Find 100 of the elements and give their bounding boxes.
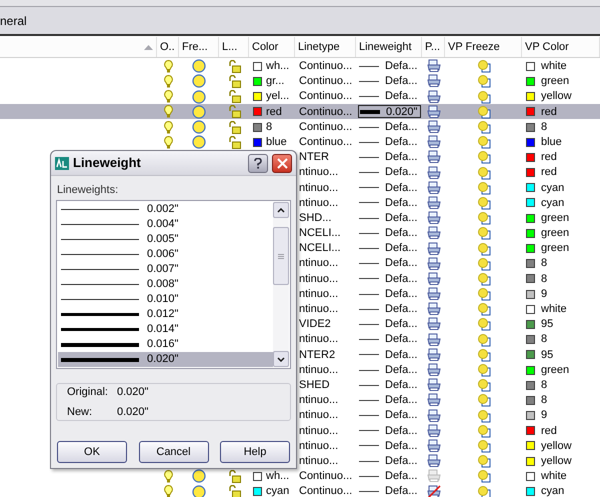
printer-icon[interactable] <box>426 135 440 150</box>
printer-icon[interactable] <box>426 59 440 74</box>
sun-window-icon[interactable] <box>476 256 490 271</box>
lineweight-column-header[interactable]: Lineweight <box>359 38 412 56</box>
printer-icon[interactable] <box>426 256 440 271</box>
printer-icon[interactable] <box>426 196 440 210</box>
sun-icon[interactable] <box>192 90 206 104</box>
color-column-header[interactable]: Color <box>252 38 278 56</box>
sun-window-icon[interactable] <box>476 378 490 392</box>
sun-window-icon[interactable] <box>476 287 490 302</box>
lightbulb-icon[interactable] <box>164 136 172 149</box>
printer-icon[interactable] <box>426 120 440 134</box>
lightbulb-icon[interactable] <box>164 90 172 104</box>
printer-icon[interactable] <box>426 424 440 438</box>
freeze-column-header[interactable]: Fre... <box>182 38 208 56</box>
crossed-printer-icon[interactable] <box>426 484 440 497</box>
padlock-icon[interactable] <box>228 105 240 118</box>
sun-window-icon[interactable] <box>476 74 490 88</box>
scrollbar-thumb[interactable] <box>273 227 289 285</box>
sun-icon[interactable] <box>192 484 206 497</box>
scroll-up-button[interactable] <box>273 202 289 218</box>
printer-icon[interactable] <box>426 226 440 240</box>
lightbulb-icon[interactable] <box>164 470 172 483</box>
sun-window-icon[interactable] <box>476 408 490 423</box>
sun-window-icon[interactable] <box>476 226 490 240</box>
printer-icon[interactable] <box>426 302 440 316</box>
printer-icon[interactable] <box>426 211 440 226</box>
sun-window-icon[interactable] <box>476 196 490 210</box>
sun-window-icon[interactable] <box>476 393 490 408</box>
printer-icon[interactable] <box>426 272 440 286</box>
linetype-column-header[interactable]: Linetype <box>298 38 340 56</box>
help-button[interactable]: Help <box>220 441 290 463</box>
printer-icon[interactable] <box>426 317 440 332</box>
padlock-icon[interactable] <box>228 485 240 497</box>
sun-window-icon[interactable] <box>476 104 490 119</box>
printer-icon[interactable] <box>426 408 440 423</box>
printer-icon[interactable] <box>426 104 440 119</box>
sun-window-icon[interactable] <box>476 242 490 256</box>
plot-column-header[interactable]: P... <box>425 38 440 56</box>
sun-window-icon[interactable] <box>476 332 490 347</box>
printer-icon[interactable] <box>426 180 440 195</box>
sun-window-icon[interactable] <box>476 120 490 134</box>
close-icon[interactable] <box>272 154 292 172</box>
layer-row[interactable]: red Continuo... 0.020" red <box>0 104 600 119</box>
sun-window-icon[interactable] <box>476 348 490 362</box>
padlock-icon[interactable] <box>228 90 240 104</box>
lightbulb-icon[interactable] <box>164 60 172 73</box>
printer-icon[interactable] <box>426 166 440 180</box>
printer-icon[interactable] <box>426 438 440 453</box>
cancel-button[interactable]: Cancel <box>138 441 208 463</box>
padlock-icon[interactable] <box>228 60 240 73</box>
sun-window-icon[interactable] <box>476 302 490 316</box>
lock-column-header[interactable]: L... <box>222 38 238 56</box>
printer-icon[interactable] <box>426 90 440 104</box>
printer-icon[interactable] <box>426 287 440 302</box>
padlock-icon[interactable] <box>228 120 240 134</box>
sun-icon[interactable] <box>192 120 206 134</box>
sun-window-icon[interactable] <box>476 166 490 180</box>
printer-icon[interactable] <box>426 393 440 408</box>
sun-window-icon[interactable] <box>476 469 490 484</box>
sun-window-icon[interactable] <box>476 438 490 453</box>
printer-icon[interactable] <box>426 242 440 256</box>
sun-window-icon[interactable] <box>476 454 490 468</box>
lightbulb-icon[interactable] <box>164 120 172 134</box>
sun-window-icon[interactable] <box>476 90 490 104</box>
padlock-icon[interactable] <box>228 470 240 483</box>
sun-window-icon[interactable] <box>476 59 490 74</box>
sun-window-icon[interactable] <box>476 484 490 497</box>
printer-icon[interactable] <box>426 74 440 88</box>
vp-freeze-column-header[interactable]: VP Freeze <box>448 38 500 56</box>
sun-icon[interactable] <box>192 104 206 119</box>
help-icon[interactable] <box>248 154 268 172</box>
sun-window-icon[interactable] <box>476 363 490 377</box>
sun-window-icon[interactable] <box>476 424 490 438</box>
sun-window-icon[interactable] <box>476 211 490 226</box>
sun-window-icon[interactable] <box>476 135 490 150</box>
sun-window-icon[interactable] <box>476 150 490 164</box>
padlock-icon[interactable] <box>228 136 240 149</box>
padlock-icon[interactable] <box>228 74 240 88</box>
lineweight-option[interactable]: 0.020" <box>58 352 273 367</box>
sun-window-icon[interactable] <box>476 180 490 195</box>
sun-icon[interactable] <box>192 135 206 150</box>
printer-icon[interactable] <box>426 378 440 392</box>
sun-icon[interactable] <box>192 469 206 484</box>
sun-icon[interactable] <box>192 59 206 74</box>
printer-icon[interactable] <box>426 348 440 362</box>
lightbulb-icon[interactable] <box>164 485 172 497</box>
sun-window-icon[interactable] <box>476 272 490 286</box>
printer-icon[interactable] <box>426 363 440 377</box>
printer-icon[interactable] <box>426 150 440 164</box>
lightbulb-icon[interactable] <box>164 74 172 88</box>
on-column-header[interactable]: O.. <box>160 38 175 56</box>
printer-icon[interactable] <box>426 454 440 468</box>
sun-icon[interactable] <box>192 74 206 88</box>
sun-window-icon[interactable] <box>476 317 490 332</box>
lightbulb-icon[interactable] <box>164 105 172 118</box>
printer-icon[interactable] <box>426 332 440 347</box>
ok-button[interactable]: OK <box>57 441 127 463</box>
scroll-down-button[interactable] <box>273 351 289 367</box>
vp-color-column-header[interactable]: VP Color <box>525 38 569 56</box>
